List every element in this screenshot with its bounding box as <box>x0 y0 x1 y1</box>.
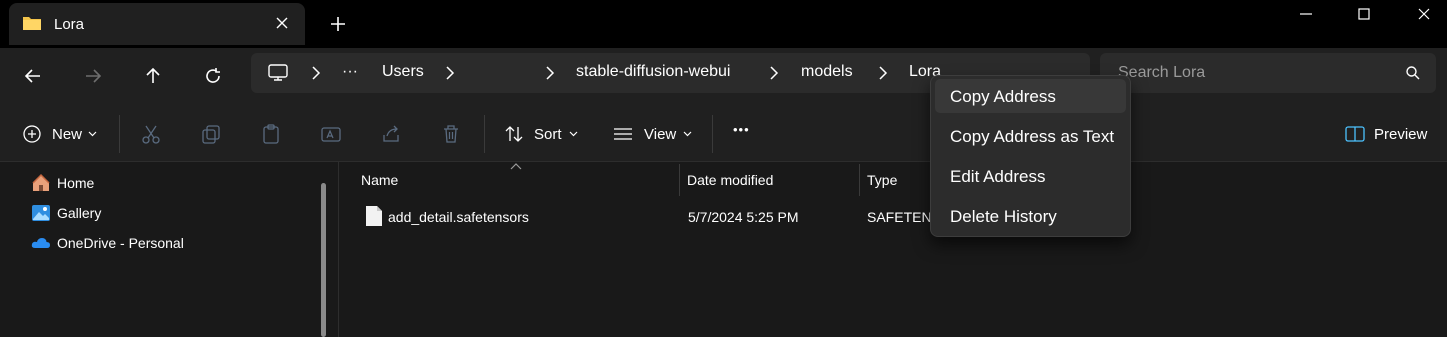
menu-item-copy-address[interactable]: Copy Address <box>935 79 1126 113</box>
column-divider[interactable] <box>859 164 860 196</box>
nav-label-gallery: Gallery <box>57 205 102 221</box>
title-bar: Lora <box>0 0 1447 48</box>
cut-icon[interactable] <box>140 123 162 145</box>
home-icon <box>32 173 50 191</box>
new-tab-icon[interactable] <box>329 15 347 33</box>
copy-icon[interactable] <box>200 123 222 145</box>
chevron-down-icon <box>683 131 692 137</box>
file-list: Name Date modified Type add_detail.safet… <box>339 162 1447 337</box>
search-icon[interactable] <box>1405 65 1421 81</box>
sort-label: Sort <box>534 126 562 143</box>
nav-label-home: Home <box>57 175 95 191</box>
breadcrumb-overflow[interactable]: ··· <box>342 63 358 81</box>
add-circle-icon <box>23 125 41 143</box>
sort-icon <box>505 126 523 142</box>
paste-icon[interactable] <box>260 123 282 145</box>
nav-pane-scrollbar[interactable] <box>321 183 326 337</box>
delete-icon[interactable] <box>440 123 462 145</box>
menu-item-edit-address[interactable]: Edit Address <box>935 159 1126 193</box>
file-icon <box>366 206 382 226</box>
chevron-down-icon <box>88 131 97 137</box>
breadcrumb-users[interactable]: Users <box>382 63 424 81</box>
rename-icon[interactable] <box>320 123 342 145</box>
new-label: New <box>52 126 83 143</box>
more-dots: ••• <box>733 122 750 137</box>
view-label: View <box>644 126 677 143</box>
up-icon[interactable] <box>142 65 164 87</box>
separator <box>712 115 713 153</box>
search-input[interactable]: Search Lora <box>1118 64 1205 82</box>
nav-label-onedrive: OneDrive - Personal <box>57 235 184 251</box>
chevron-down-icon <box>569 131 578 137</box>
menu-item-label: Copy Address <box>950 87 1056 106</box>
separator <box>484 115 485 153</box>
address-context-menu: Copy Address Copy Address as Text Edit A… <box>930 75 1131 237</box>
menu-item-label: Copy Address as Text <box>950 127 1115 146</box>
refresh-icon[interactable] <box>202 65 224 87</box>
new-button[interactable]: New <box>20 105 100 162</box>
minimize-icon[interactable] <box>1296 4 1316 24</box>
separator <box>119 115 120 153</box>
command-bar: New Sort View ••• Preview <box>0 105 1447 162</box>
menu-item-copy-address-as-text[interactable]: Copy Address as Text <box>935 119 1126 153</box>
close-tab-icon[interactable] <box>274 15 290 31</box>
chevron-right-icon[interactable] <box>445 66 455 80</box>
share-icon[interactable] <box>380 123 402 145</box>
file-date-modified: 5/7/2024 5:25 PM <box>688 209 799 225</box>
menu-item-label: Edit Address <box>950 167 1046 186</box>
chevron-right-icon[interactable] <box>769 66 779 80</box>
forward-icon[interactable] <box>82 65 104 87</box>
table-row[interactable]: add_detail.safetensors 5/7/2024 5:25 PM … <box>353 202 1433 232</box>
close-window-icon[interactable] <box>1414 4 1434 24</box>
chevron-right-icon[interactable] <box>311 66 321 80</box>
menu-item-delete-history[interactable]: Delete History <box>935 199 1126 233</box>
maximize-icon[interactable] <box>1354 4 1374 24</box>
preview-button[interactable]: Preview <box>1342 105 1432 162</box>
breadcrumb-models[interactable]: models <box>801 63 853 81</box>
view-lines-icon <box>614 128 632 140</box>
chevron-right-icon[interactable] <box>878 66 888 80</box>
column-divider[interactable] <box>679 164 680 196</box>
chevron-right-icon[interactable] <box>545 66 555 80</box>
folder-icon <box>23 17 41 30</box>
tab-title: Lora <box>54 16 85 33</box>
view-button[interactable]: View <box>612 105 696 162</box>
column-header-type[interactable]: Type <box>867 172 897 188</box>
file-name: add_detail.safetensors <box>388 209 529 225</box>
address-row: ··· Users stable-diffusion-webui models … <box>0 48 1447 105</box>
tab-lora[interactable]: Lora <box>9 3 305 45</box>
navigation-pane: Home Gallery OneDrive - Personal <box>0 162 338 337</box>
sort-ascending-indicator-icon <box>510 163 522 170</box>
onedrive-icon <box>31 238 50 248</box>
preview-pane-icon <box>1345 126 1365 142</box>
search-box[interactable]: Search Lora <box>1100 53 1436 93</box>
sort-button[interactable]: Sort <box>502 105 582 162</box>
see-more-button[interactable]: ••• <box>731 105 757 162</box>
this-pc-icon[interactable] <box>267 64 289 82</box>
column-header-date-modified[interactable]: Date modified <box>687 172 773 188</box>
preview-label: Preview <box>1374 126 1428 143</box>
menu-item-label: Delete History <box>950 207 1057 226</box>
gallery-icon <box>32 205 50 221</box>
breadcrumb-stable-diffusion-webui[interactable]: stable-diffusion-webui <box>576 63 730 81</box>
column-header-name[interactable]: Name <box>361 172 398 188</box>
back-icon[interactable] <box>22 65 44 87</box>
